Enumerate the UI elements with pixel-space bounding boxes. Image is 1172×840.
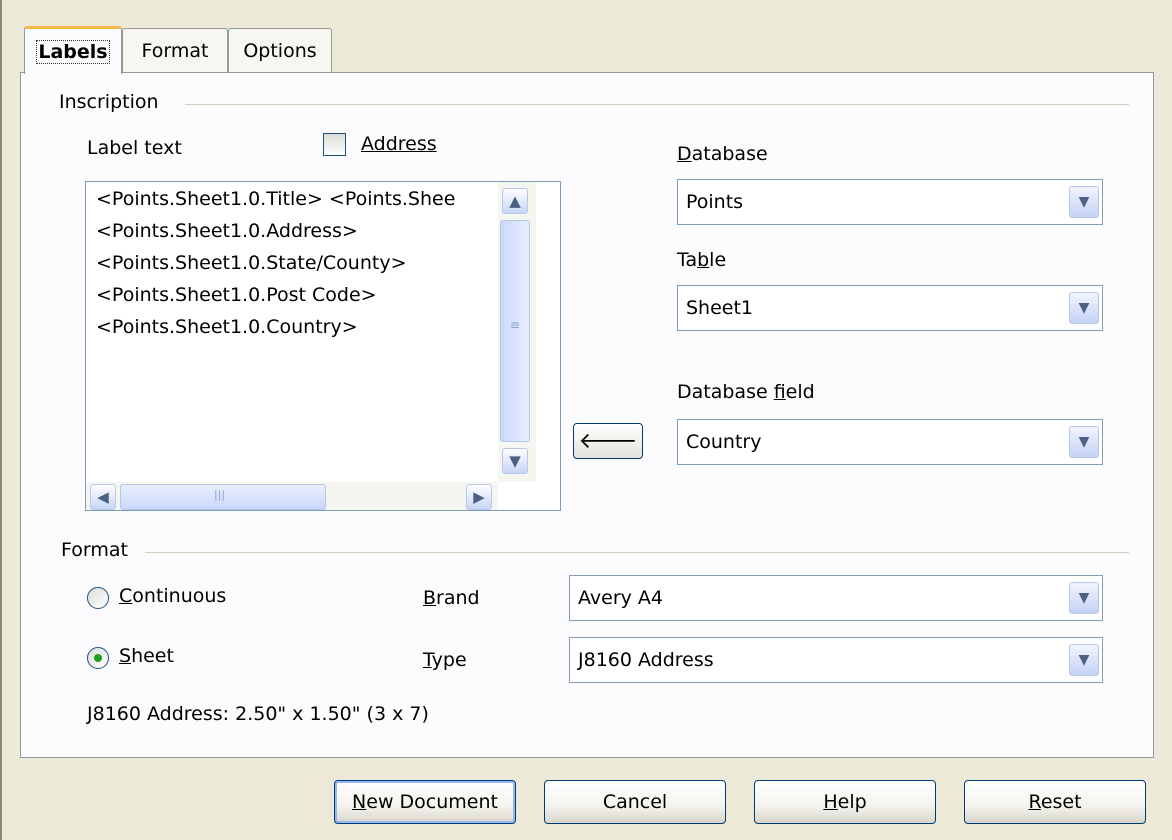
- help-button[interactable]: Help: [754, 780, 936, 824]
- table-label: Table: [677, 249, 727, 271]
- database-value: Points: [686, 191, 744, 213]
- sheet-radio[interactable]: [87, 647, 109, 669]
- label-text-line: <Points.Sheet1.0.Post Code>: [96, 284, 377, 306]
- arrow-left-icon: 🡐: [578, 429, 638, 454]
- database-field-select[interactable]: Country ▼: [677, 419, 1103, 465]
- chevron-down-icon[interactable]: ▼: [1069, 582, 1099, 614]
- scroll-right-icon[interactable]: ▶: [466, 484, 492, 510]
- label-text-line: <Points.Sheet1.0.Address>: [96, 220, 358, 242]
- cancel-button[interactable]: Cancel: [544, 780, 726, 824]
- grip-icon: ≡: [510, 318, 521, 332]
- format-group-title: Format: [61, 539, 128, 561]
- address-label[interactable]: Address: [361, 133, 437, 155]
- insert-field-button[interactable]: 🡐: [573, 423, 643, 459]
- sheet-label[interactable]: Sheet: [119, 645, 174, 667]
- tab-format-label: Format: [141, 39, 209, 62]
- tab-labels[interactable]: Labels: [24, 26, 122, 74]
- chevron-down-icon[interactable]: ▼: [1069, 644, 1099, 676]
- label-text-line: <Points.Sheet1.0.State/County>: [96, 252, 407, 274]
- tab-panel-labels: Inscription Label text Address <Points.S…: [20, 72, 1154, 758]
- database-label: Database: [677, 143, 768, 165]
- format-description: J8160 Address: 2.50" x 1.50" (3 x 7): [87, 703, 429, 725]
- label-text-area[interactable]: <Points.Sheet1.0.Title> <Points.Shee <Po…: [85, 181, 561, 511]
- tab-options[interactable]: Options: [228, 28, 332, 72]
- scroll-left-icon[interactable]: ◀: [90, 484, 116, 510]
- label-text-line: <Points.Sheet1.0.Country>: [96, 316, 358, 338]
- type-value: J8160 Address: [578, 649, 714, 671]
- scroll-up-icon[interactable]: ▲: [502, 188, 528, 214]
- reset-button[interactable]: Reset: [964, 780, 1146, 824]
- tab-options-label: Options: [243, 39, 317, 62]
- brand-value: Avery A4: [578, 587, 663, 609]
- label-text-line: <Points.Sheet1.0.Title> <Points.Shee: [96, 188, 456, 210]
- address-checkbox[interactable]: [323, 133, 346, 156]
- chevron-down-icon[interactable]: ▼: [1069, 426, 1099, 458]
- brand-select[interactable]: Avery A4 ▼: [569, 575, 1103, 621]
- label-text-label: Label text: [87, 137, 182, 159]
- scroll-down-icon[interactable]: ▼: [502, 448, 528, 474]
- inscription-divider: [185, 104, 1129, 105]
- continuous-label[interactable]: Continuous: [119, 585, 226, 607]
- chevron-down-icon[interactable]: ▼: [1069, 292, 1099, 324]
- chevron-down-icon[interactable]: ▼: [1069, 186, 1099, 218]
- database-select[interactable]: Points ▼: [677, 179, 1103, 225]
- window-edge: [0, 0, 2, 840]
- table-value: Sheet1: [686, 297, 754, 319]
- type-select[interactable]: J8160 Address ▼: [569, 637, 1103, 683]
- type-label: Type: [423, 649, 467, 671]
- continuous-radio[interactable]: [87, 587, 109, 609]
- tab-labels-label: Labels: [36, 39, 110, 64]
- brand-label: Brand: [423, 587, 480, 609]
- tab-format[interactable]: Format: [122, 28, 228, 72]
- database-field-value: Country: [686, 431, 762, 453]
- database-field-label: Database field: [677, 381, 815, 403]
- new-document-button[interactable]: New Document: [334, 780, 516, 824]
- table-select[interactable]: Sheet1 ▼: [677, 285, 1103, 331]
- grip-icon: |||: [214, 488, 226, 501]
- format-divider: [145, 552, 1129, 553]
- inscription-group-title: Inscription: [59, 91, 159, 113]
